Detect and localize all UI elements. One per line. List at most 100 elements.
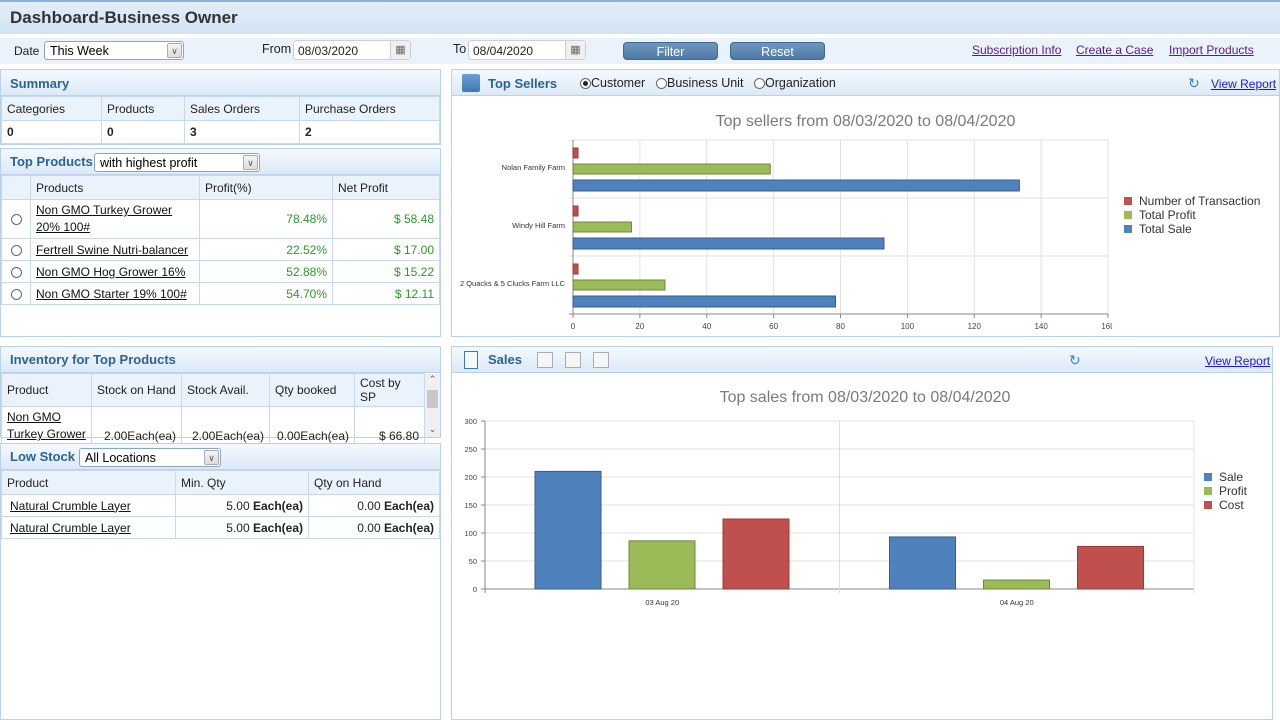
radio-icon[interactable] <box>656 78 667 90</box>
qty-booked: 0.00Each(ea) <box>269 406 355 446</box>
table-row: Non GMO Turkey Grower 20% 100# 78.48% $ … <box>1 199 440 239</box>
refresh-icon[interactable]: ↻ <box>1188 75 1200 92</box>
radio-icon[interactable] <box>754 78 765 90</box>
low-stock-header: Low Stock All Locations ∨ <box>1 444 440 470</box>
scroll-down-icon[interactable]: ⌄ <box>425 424 440 435</box>
top-products-table: Products Profit(%) Net Profit Non GMO Tu… <box>1 175 440 305</box>
legend-item: Sale <box>1204 470 1247 484</box>
inventory-scrollbar[interactable]: ⌃ ⌄ <box>425 374 440 437</box>
scroll-up-icon[interactable]: ⌃ <box>425 374 440 385</box>
subscription-info-link[interactable]: Subscription Info <box>972 43 1061 57</box>
col-product: Product <box>1 373 92 407</box>
net-profit: $ 58.48 <box>332 199 440 239</box>
radio-customer[interactable]: Customer <box>580 76 645 90</box>
from-label: From <box>262 42 292 56</box>
col-stock-on-hand: Stock on Hand <box>91 373 182 407</box>
bar-total-profit <box>572 163 771 175</box>
chevron-down-icon[interactable]: ∨ <box>167 43 182 58</box>
col-product: Product <box>1 470 176 495</box>
product-link[interactable]: Non GMO Starter 19% 100# <box>36 287 187 301</box>
bar-sale <box>534 470 602 590</box>
x-tick-label: 60 <box>769 322 778 331</box>
row-radio[interactable] <box>10 244 22 256</box>
from-date-input[interactable]: 08/03/2020 ▦ <box>293 40 411 60</box>
bar-number-of-transaction <box>572 205 579 217</box>
radio-business-unit[interactable]: Business Unit <box>656 76 743 90</box>
line-chart-icon[interactable] <box>537 352 553 368</box>
bar-total-profit <box>572 279 666 291</box>
top-products-header: Top Products with highest profit ∨ <box>1 149 440 175</box>
view-report-link[interactable]: View Report <box>1211 77 1276 91</box>
summary-panel: Summary Categories Products Sales Orders… <box>0 69 441 145</box>
scrollbar-thumb[interactable] <box>427 390 438 408</box>
from-date-value: 08/03/2020 <box>298 44 359 58</box>
col-sales-orders: Sales Orders <box>184 96 300 121</box>
location-select[interactable]: All Locations ∨ <box>79 448 221 467</box>
legend-item: Cost <box>1204 498 1247 512</box>
y-tick-label: 150 <box>464 501 477 510</box>
top-sellers-panel: Top Sellers Customer Business Unit Organ… <box>451 69 1280 337</box>
date-range-value: This Week <box>50 44 109 58</box>
inventory-table: Product Stock on Hand Stock Avail. Qty b… <box>1 373 425 446</box>
qoh-unit: Each(ea) <box>383 520 434 535</box>
radio-organization[interactable]: Organization <box>754 76 836 90</box>
table-row: Non GMO Turkey Grower 2.00Each(ea) 2.00E… <box>1 406 425 446</box>
radio-label: Organization <box>765 76 836 90</box>
bar-profit <box>983 579 1050 590</box>
stock-avail: 2.00Each(ea) <box>181 406 270 446</box>
top-products-select[interactable]: with highest profit ∨ <box>94 153 260 172</box>
chevron-down-icon[interactable]: ∨ <box>204 450 219 465</box>
profit-pct: 52.88% <box>199 260 333 283</box>
legend-swatch <box>1124 197 1132 205</box>
sales-panel: Sales ↻ View Report Top sales from 08/03… <box>451 346 1273 720</box>
x-tick-label: 80 <box>836 322 845 331</box>
product-link[interactable]: Non GMO Turkey Grower <box>7 410 86 441</box>
sales-orders-count: 3 <box>184 120 300 144</box>
date-range-select[interactable]: This Week ∨ <box>44 41 184 60</box>
create-case-link[interactable]: Create a Case <box>1076 43 1153 57</box>
col-products: Products <box>101 96 185 121</box>
summary-title: Summary <box>10 76 70 91</box>
product-link[interactable]: Natural Crumble Layer <box>10 499 131 513</box>
qty-on-hand: 0.00 <box>357 498 381 513</box>
top-sellers-legend: Number of Transaction Total Profit Total… <box>1124 194 1260 236</box>
view-report-link[interactable]: View Report <box>1205 354 1270 368</box>
radio-label: Customer <box>591 76 646 90</box>
summary-header: Summary <box>1 70 440 96</box>
to-label: To <box>453 42 467 56</box>
chevron-down-icon[interactable]: ∨ <box>243 155 258 170</box>
reset-button[interactable]: Reset <box>730 42 825 60</box>
radio-icon[interactable] <box>580 78 591 90</box>
inventory-title: Inventory for Top Products <box>10 352 176 367</box>
calendar-icon[interactable]: ▦ <box>390 41 410 59</box>
calendar-icon[interactable]: ▦ <box>565 41 585 59</box>
location-select-value: All Locations <box>85 451 156 465</box>
legend-label: Profit <box>1219 484 1248 498</box>
product-link[interactable]: Non GMO Turkey Grower 20% 100# <box>36 203 172 234</box>
col-qty-booked: Qty booked <box>269 373 355 407</box>
bar-chart-icon[interactable] <box>565 352 581 368</box>
row-radio[interactable] <box>10 214 22 226</box>
filter-button[interactable]: Filter <box>623 42 718 60</box>
row-radio[interactable] <box>10 266 22 278</box>
category-label: 04 Aug 20 <box>1000 598 1034 607</box>
product-link[interactable]: Natural Crumble Layer <box>10 521 131 535</box>
qoh-unit: Each(ea) <box>383 498 434 513</box>
product-link[interactable]: Fertrell Swine Nutri-balancer <box>36 243 188 257</box>
inventory-panel: Inventory for Top Products Product Stock… <box>0 346 441 446</box>
chart-title: Top sellers from 08/03/2020 to 08/04/202… <box>715 113 1016 130</box>
qty-on-hand: 0.00 <box>357 520 381 535</box>
area-chart-icon[interactable] <box>593 352 609 368</box>
table-row: Non GMO Starter 19% 100# 54.70% $ 12.11 <box>1 282 440 305</box>
top-sellers-icon <box>462 74 480 92</box>
refresh-icon[interactable]: ↻ <box>1069 352 1081 369</box>
x-tick-label: 0 <box>571 322 576 331</box>
product-link[interactable]: Non GMO Hog Grower 16% <box>36 265 185 279</box>
radio-label: Business Unit <box>667 76 744 90</box>
row-radio[interactable] <box>10 288 22 300</box>
bar-total-sale <box>572 237 885 250</box>
to-date-input[interactable]: 08/04/2020 ▦ <box>468 40 586 60</box>
legend-swatch <box>1124 211 1132 219</box>
category-label: Nolan Family Farm <box>502 163 565 172</box>
import-products-link[interactable]: Import Products <box>1169 43 1254 57</box>
